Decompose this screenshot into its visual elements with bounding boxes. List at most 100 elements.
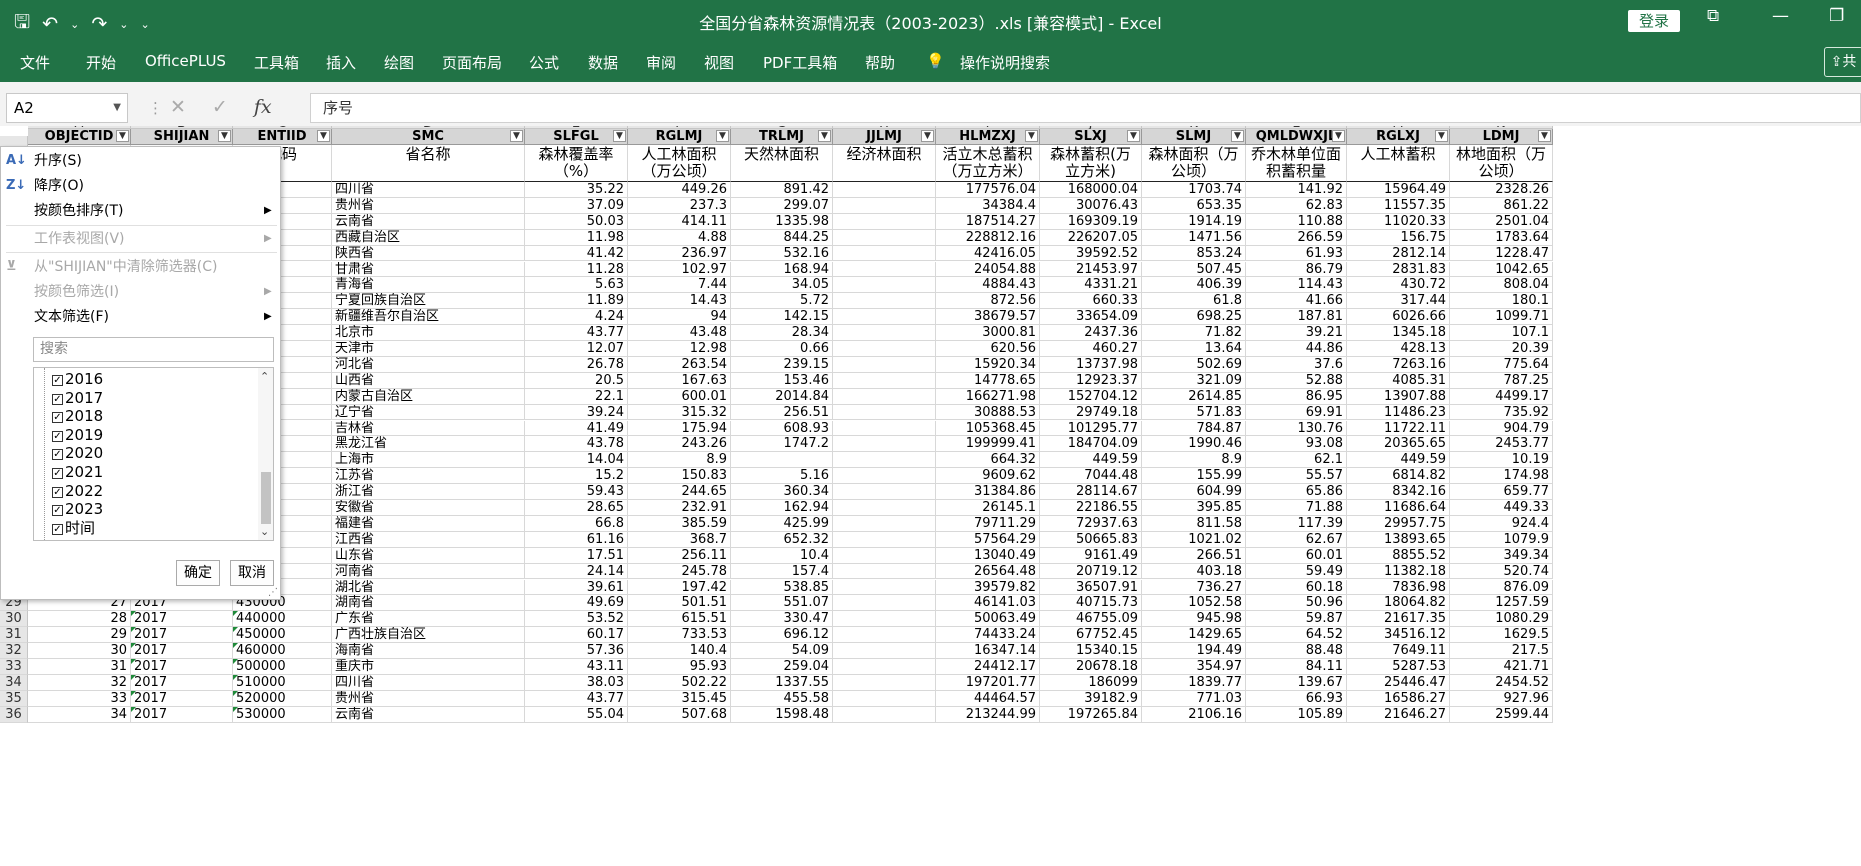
data-cell[interactable]: 6814.82 [1347,468,1450,485]
data-cell[interactable]: 天津市 [332,341,525,357]
data-cell[interactable]: 21617.35 [1347,611,1450,628]
data-cell[interactable]: 21646.27 [1347,706,1450,723]
data-cell[interactable] [833,277,936,294]
data-cell[interactable]: 197201.77 [936,674,1040,691]
data-cell[interactable]: 陕西省 [332,245,525,262]
header-cell[interactable]: SLMJ ▼ [1142,129,1246,145]
data-cell[interactable]: 10.19 [1450,452,1553,469]
description-cell[interactable]: 人工林蓄积 [1347,145,1450,182]
data-cell[interactable]: 421.71 [1450,659,1553,675]
data-cell[interactable]: 28114.67 [1040,484,1142,500]
data-cell[interactable]: 187514.27 [936,213,1040,230]
data-cell[interactable] [833,515,936,532]
data-cell[interactable]: 11686.64 [1347,500,1450,516]
filter-dropdown-icon[interactable]: ▼ [818,130,831,142]
data-cell[interactable]: 150.83 [628,468,731,485]
data-cell[interactable]: 403.18 [1142,563,1246,580]
description-cell[interactable]: 林地面积（万公顷） [1450,145,1553,182]
data-cell[interactable]: 22.1 [525,388,628,405]
data-cell[interactable]: 60.17 [525,627,628,644]
data-cell[interactable]: 7836.98 [1347,579,1450,596]
data-cell[interactable]: 33 [28,690,131,707]
data-cell[interactable]: 945.98 [1142,611,1246,628]
data-cell[interactable]: 1335.98 [731,213,833,230]
ok-button[interactable]: 确定 [176,560,220,586]
data-cell[interactable]: 2454.52 [1450,674,1553,691]
description-cell[interactable]: 人工林面积（万公顷） [628,145,731,182]
data-cell[interactable]: 315.32 [628,404,731,421]
data-cell[interactable]: 733.53 [628,627,731,644]
checkbox-checked-icon[interactable]: ✓ [52,486,63,498]
data-cell[interactable]: 197.42 [628,579,731,596]
data-cell[interactable]: 152704.12 [1040,388,1142,405]
data-cell[interactable]: 187.81 [1246,309,1347,326]
data-cell[interactable]: 177576.04 [936,182,1040,198]
data-cell[interactable]: 8855.52 [1347,547,1450,564]
data-cell[interactable]: 1337.55 [731,674,833,691]
data-cell[interactable]: 1021.02 [1142,531,1246,548]
data-cell[interactable]: 38679.57 [936,309,1040,326]
data-cell[interactable]: 102.97 [628,261,731,278]
data-cell[interactable]: 62.67 [1246,531,1347,548]
data-cell[interactable]: 924.4 [1450,515,1553,532]
data-cell[interactable]: 24.14 [525,563,628,580]
data-cell[interactable]: 29957.75 [1347,515,1450,532]
data-cell[interactable]: 28 [28,611,131,628]
data-cell[interactable]: 安徽省 [332,500,525,516]
data-cell[interactable]: 29 [28,627,131,644]
header-cell[interactable]: SMC ▼ [332,129,525,145]
data-cell[interactable]: 7263.16 [1347,356,1450,373]
data-cell[interactable]: 8.9 [1142,452,1246,469]
data-cell[interactable] [833,690,936,707]
data-cell[interactable]: 61.93 [1246,245,1347,262]
data-cell[interactable]: 7649.11 [1347,643,1450,659]
data-cell[interactable]: 130.76 [1246,420,1347,437]
data-cell[interactable]: 贵州省 [332,690,525,707]
data-cell[interactable]: 20719.12 [1040,563,1142,580]
data-cell[interactable]: 广西壮族自治区 [332,627,525,644]
data-cell[interactable]: 771.03 [1142,690,1246,707]
header-cell[interactable]: SHIJIAN ▼ [131,129,233,145]
insert-function-icon[interactable]: fx [254,96,272,118]
data-cell[interactable]: 117.39 [1246,515,1347,532]
data-cell[interactable]: 20365.65 [1347,436,1450,453]
data-cell[interactable]: 440000 [233,611,332,628]
filter-value-list[interactable]: ⌃ ⌄ ✓ 2016 ✓ 2017 ✓ 2018 ✓ 2019 ✓ 2020 ✓ 2021 ✓ 2022 ✓… [33,367,274,541]
data-cell[interactable] [833,197,936,214]
data-cell[interactable]: 927.96 [1450,690,1553,707]
restore-icon[interactable]: ❐ [1829,6,1844,26]
data-cell[interactable]: 50.96 [1246,595,1347,612]
data-cell[interactable] [833,595,936,612]
data-cell[interactable]: 2831.83 [1347,261,1450,278]
data-cell[interactable]: 500000 [233,659,332,675]
data-cell[interactable]: 510000 [233,674,332,691]
data-cell[interactable]: 891.42 [731,182,833,198]
data-cell[interactable]: 云南省 [332,213,525,230]
data-cell[interactable]: 重庆市 [332,659,525,675]
filter-dropdown-icon[interactable]: ▼ [716,130,729,142]
data-cell[interactable]: 608.93 [731,420,833,437]
data-cell[interactable]: 59.87 [1246,611,1347,628]
description-cell[interactable]: 森林覆盖率（%） [525,145,628,182]
data-cell[interactable]: 71.82 [1142,325,1246,341]
data-cell[interactable]: 139.67 [1246,674,1347,691]
data-cell[interactable] [833,452,936,469]
data-cell[interactable]: 153.46 [731,372,833,389]
data-cell[interactable]: 157.4 [731,563,833,580]
data-cell[interactable]: 194.49 [1142,643,1246,659]
data-cell[interactable]: 84.11 [1246,659,1347,675]
data-cell[interactable]: 330.47 [731,611,833,628]
data-cell[interactable]: 17.51 [525,547,628,564]
sort-ascending-item[interactable]: A↓ 升序(S) [1,149,282,173]
data-cell[interactable]: 9161.49 [1040,547,1142,564]
data-cell[interactable]: 52.88 [1246,372,1347,389]
data-cell[interactable]: 20.5 [525,372,628,389]
data-cell[interactable]: 2017 [131,674,233,691]
data-cell[interactable]: 140.4 [628,643,731,659]
data-cell[interactable] [833,643,936,659]
data-cell[interactable]: 7044.48 [1040,468,1142,485]
data-cell[interactable]: 8342.16 [1347,484,1450,500]
filter-dropdown-icon[interactable]: ▼ [1435,130,1448,142]
data-cell[interactable]: 20678.18 [1040,659,1142,675]
data-cell[interactable]: 46141.03 [936,595,1040,612]
